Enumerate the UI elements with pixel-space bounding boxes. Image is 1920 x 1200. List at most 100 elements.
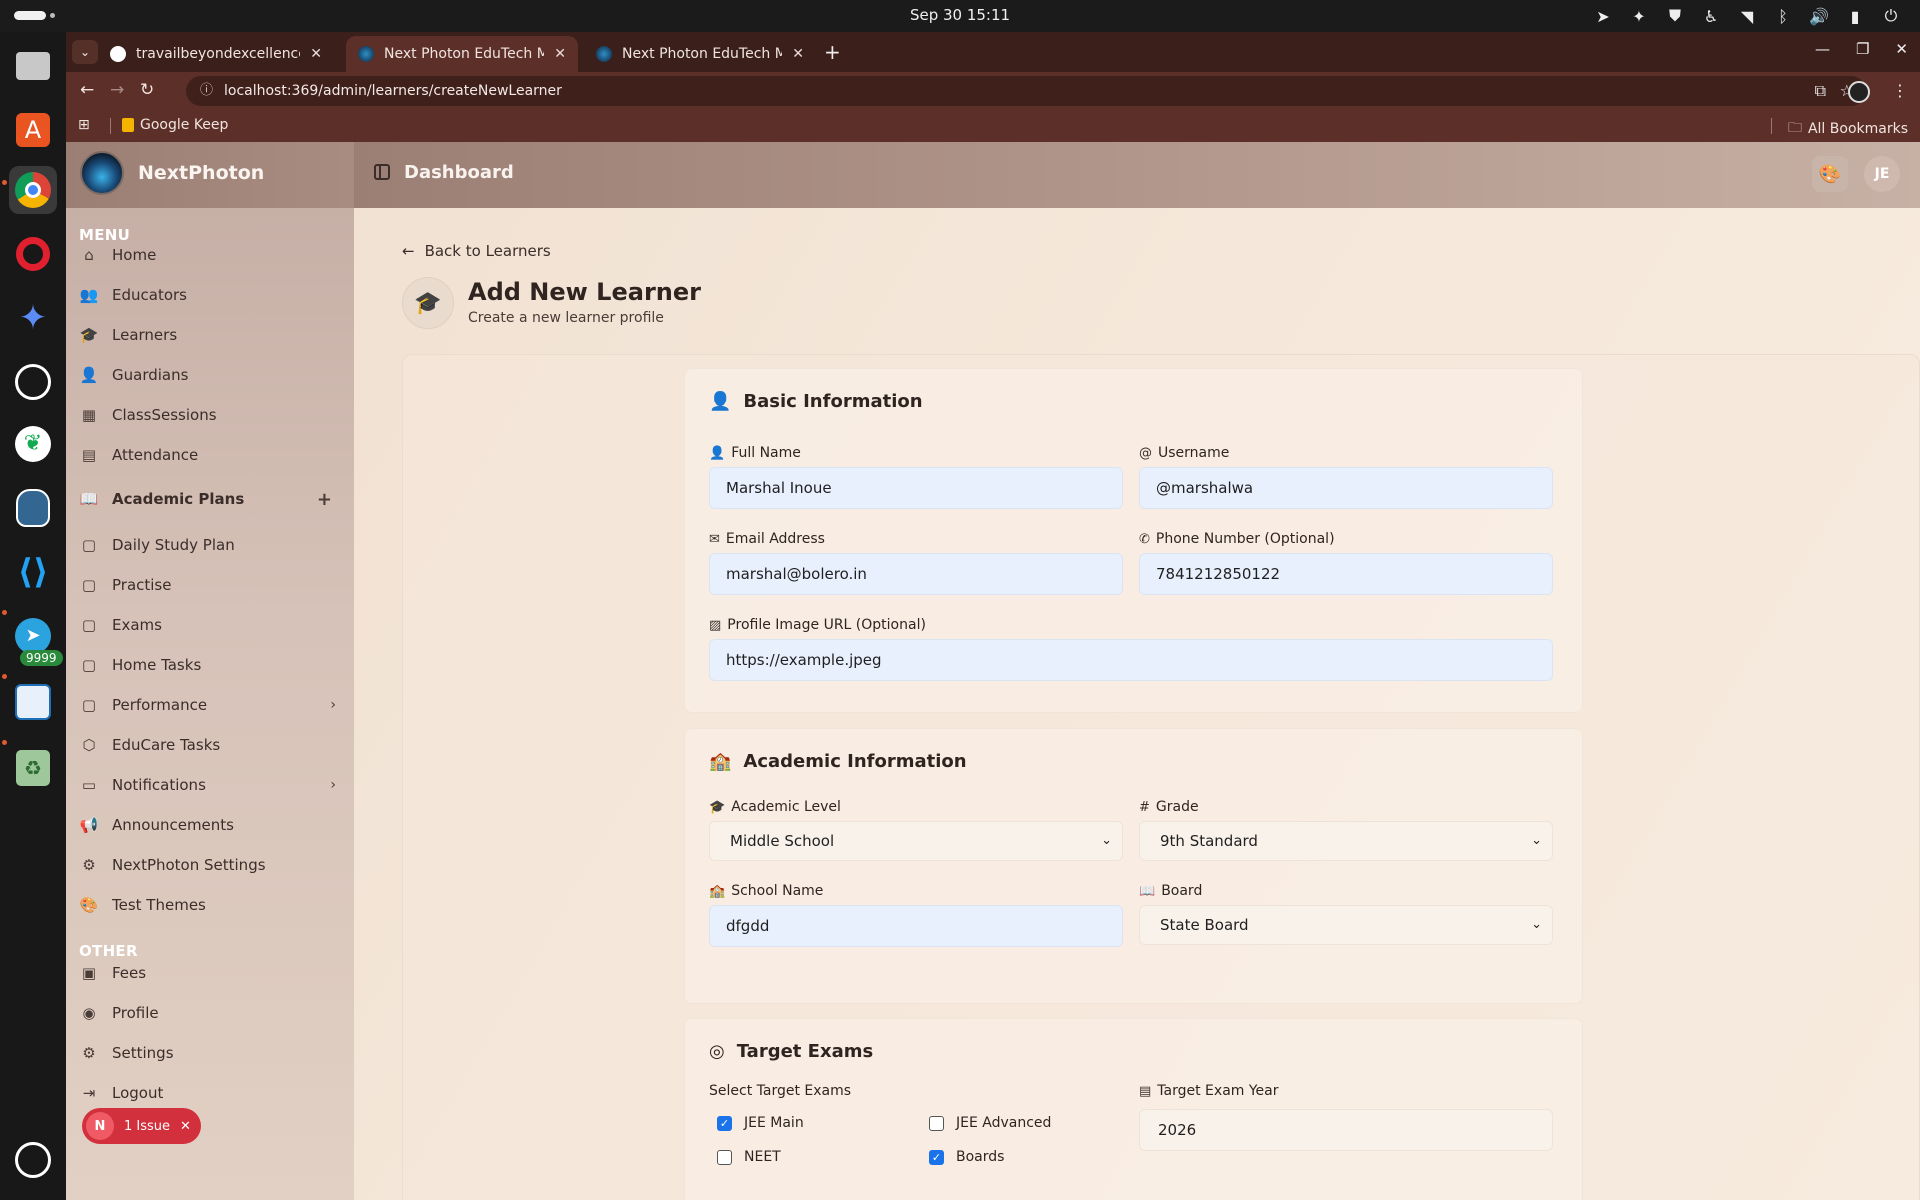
nav-item-fees[interactable]: ▣ Fees bbox=[78, 958, 342, 988]
trash-icon[interactable]: ♻ bbox=[9, 744, 57, 792]
back-label: Back to Learners bbox=[424, 242, 551, 260]
user-avatar[interactable]: JE bbox=[1864, 156, 1900, 192]
software-icon[interactable]: A bbox=[9, 106, 57, 154]
browser-tab[interactable]: travailbeyondexcellence/ ✕ bbox=[98, 36, 334, 72]
nav-item-profile[interactable]: ◉ Profile bbox=[78, 998, 342, 1028]
nav-item-logout[interactable]: ⇥ Logout bbox=[78, 1078, 342, 1108]
brand-name: NextPhoton bbox=[138, 162, 265, 184]
add-plan-icon[interactable]: + bbox=[317, 489, 332, 510]
accessibility-icon[interactable]: ♿ bbox=[1700, 5, 1722, 27]
extensions-icon[interactable]: ⧉ bbox=[1815, 81, 1826, 103]
target-year-input[interactable]: 2026 bbox=[1139, 1109, 1553, 1151]
nextjs-icon: N bbox=[86, 1112, 114, 1140]
back-to-learners-link[interactable]: ← Back to Learners bbox=[402, 242, 551, 260]
address-bar[interactable]: ⓘ localhost:369/admin/learners/createNew… bbox=[186, 76, 1866, 106]
nav-item-learners[interactable]: 🎓 Learners bbox=[78, 320, 342, 350]
dismiss-icon[interactable]: ✕ bbox=[180, 1119, 191, 1134]
phone-input[interactable] bbox=[1139, 553, 1553, 595]
mongodb-icon[interactable]: ❦ bbox=[9, 420, 57, 468]
nav-item-performance[interactable]: ▢ Performance › bbox=[78, 690, 342, 720]
exam-option-neet[interactable]: NEET bbox=[717, 1149, 781, 1165]
all-bookmarks-button[interactable]: 🗀 All Bookmarks bbox=[1788, 117, 1908, 141]
gemini-icon[interactable]: ✦ bbox=[9, 294, 57, 342]
nav-label: Settings bbox=[112, 1044, 174, 1062]
brand[interactable]: NextPhoton bbox=[80, 151, 265, 195]
profile-image-input[interactable] bbox=[709, 639, 1553, 681]
sheets-icon[interactable] bbox=[9, 678, 57, 726]
bookmark-google-keep[interactable]: Google Keep bbox=[122, 117, 228, 133]
profile-avatar[interactable] bbox=[1848, 81, 1870, 103]
nav-item-notifications[interactable]: ▭ Notifications › bbox=[78, 770, 342, 800]
opera-icon[interactable] bbox=[9, 230, 57, 278]
nav-item-settings[interactable]: ⚙ Settings bbox=[78, 1038, 342, 1068]
nav-item-exams[interactable]: ▢ Exams bbox=[78, 610, 342, 640]
nav-item-academic-plans[interactable]: 📖 Academic Plans + bbox=[78, 484, 342, 514]
system-top-bar: Sep 30 15:11 ➤ ✦ ⛊ ♿ ◥ ᛒ 🔊 ▮ ⏻ bbox=[0, 0, 1920, 32]
new-tab-button[interactable]: + bbox=[824, 40, 841, 64]
bluetooth-icon[interactable]: ᛒ bbox=[1772, 5, 1794, 27]
nav-item-educare-tasks[interactable]: ⬡ EduCare Tasks bbox=[78, 730, 342, 760]
user-circle-icon: ◉ bbox=[82, 1004, 96, 1022]
vscode-icon[interactable]: ⟨⟩ bbox=[9, 548, 57, 596]
close-window-icon[interactable]: ✕ bbox=[1895, 40, 1908, 58]
volume-icon[interactable]: 🔊 bbox=[1808, 5, 1830, 27]
tab-search-button[interactable]: ⌄ bbox=[72, 40, 98, 64]
apps-grid-icon[interactable]: ⊞ bbox=[78, 117, 90, 133]
checkbox[interactable] bbox=[717, 1149, 732, 1165]
nav-item-nextphoton-settings[interactable]: ⚙ NextPhoton Settings bbox=[78, 850, 342, 880]
nav-item-guardians[interactable]: 👤 Guardians bbox=[78, 360, 342, 390]
browser-tab[interactable]: Next Photon EduTech Ma ✕ bbox=[584, 36, 816, 72]
nav-item-attendance[interactable]: ▤ Attendance bbox=[78, 440, 342, 470]
book-icon: 📖 bbox=[1139, 883, 1156, 899]
gemini-tray-icon[interactable]: ✦ bbox=[1628, 5, 1650, 27]
full-name-input[interactable] bbox=[709, 467, 1123, 509]
basic-information-section: 👤Basic Information 👤Full Name @Username … bbox=[684, 368, 1583, 713]
school-name-input[interactable] bbox=[709, 905, 1123, 947]
minimize-icon[interactable]: — bbox=[1815, 40, 1830, 58]
nav-item-test-themes[interactable]: 🎨 Test Themes bbox=[78, 890, 342, 920]
telegram-tray-icon[interactable]: ➤ bbox=[1592, 5, 1614, 27]
nav-item-daily-study-plan[interactable]: ▢ Daily Study Plan bbox=[78, 530, 342, 560]
nav-item-classsessions[interactable]: ▦ ClassSessions bbox=[78, 400, 342, 430]
close-tab-icon[interactable]: ✕ bbox=[310, 46, 322, 62]
menu-kebab-icon[interactable]: ⋮ bbox=[1892, 81, 1908, 103]
chatgpt-icon[interactable] bbox=[9, 358, 57, 406]
forward-arrow-icon[interactable]: → bbox=[110, 80, 124, 100]
issues-indicator[interactable]: N 1 Issue ✕ bbox=[82, 1108, 201, 1144]
nav-item-home[interactable]: ⌂ Home bbox=[78, 240, 342, 270]
grade-select[interactable]: 9th Standard ⌄ bbox=[1139, 821, 1553, 861]
board-select[interactable]: State Board ⌄ bbox=[1139, 905, 1553, 945]
battery-icon[interactable]: ▮ bbox=[1844, 5, 1866, 27]
files-icon[interactable] bbox=[9, 42, 57, 90]
academic-level-select[interactable]: Middle School ⌄ bbox=[709, 821, 1123, 861]
ubuntu-icon[interactable] bbox=[9, 1136, 57, 1184]
postgres-icon[interactable] bbox=[9, 484, 57, 532]
reload-icon[interactable]: ↻ bbox=[140, 80, 154, 100]
close-tab-icon[interactable]: ✕ bbox=[792, 46, 804, 62]
exam-option-jee-main[interactable]: ✓ JEE Main bbox=[717, 1115, 804, 1131]
nav-item-announcements[interactable]: 📢 Announcements bbox=[78, 810, 342, 840]
power-icon[interactable]: ⏻ bbox=[1880, 5, 1902, 27]
nav-item-home-tasks[interactable]: ▢ Home Tasks bbox=[78, 650, 342, 680]
theme-palette-button[interactable]: 🎨 bbox=[1812, 156, 1848, 192]
nav-item-practise[interactable]: ▢ Practise bbox=[78, 570, 342, 600]
chrome-icon[interactable] bbox=[9, 166, 57, 214]
username-input[interactable] bbox=[1139, 467, 1553, 509]
browser-tab-active[interactable]: Next Photon EduTech Ma ✕ bbox=[346, 36, 578, 72]
close-tab-icon[interactable]: ✕ bbox=[554, 46, 566, 62]
maximize-icon[interactable]: ❐ bbox=[1856, 40, 1869, 58]
package-icon: ⬡ bbox=[82, 736, 96, 754]
sidebar-toggle-icon[interactable] bbox=[374, 164, 390, 180]
email-input[interactable] bbox=[709, 553, 1123, 595]
wifi-icon[interactable]: ◥ bbox=[1736, 5, 1758, 27]
shield-tray-icon[interactable]: ⛊ bbox=[1664, 5, 1686, 27]
exam-option-jee-advanced[interactable]: JEE Advanced bbox=[929, 1115, 1051, 1131]
checkbox[interactable] bbox=[929, 1115, 944, 1131]
checkbox-checked[interactable]: ✓ bbox=[717, 1115, 732, 1131]
nav-item-educators[interactable]: 👥 Educators bbox=[78, 280, 342, 310]
exam-option-boards[interactable]: ✓ Boards bbox=[929, 1149, 1004, 1165]
site-info-icon[interactable]: ⓘ bbox=[200, 76, 213, 106]
back-arrow-icon[interactable]: ← bbox=[80, 80, 94, 100]
checkbox-checked[interactable]: ✓ bbox=[929, 1149, 944, 1165]
section-title: 🏫 Academic Information bbox=[709, 751, 967, 772]
